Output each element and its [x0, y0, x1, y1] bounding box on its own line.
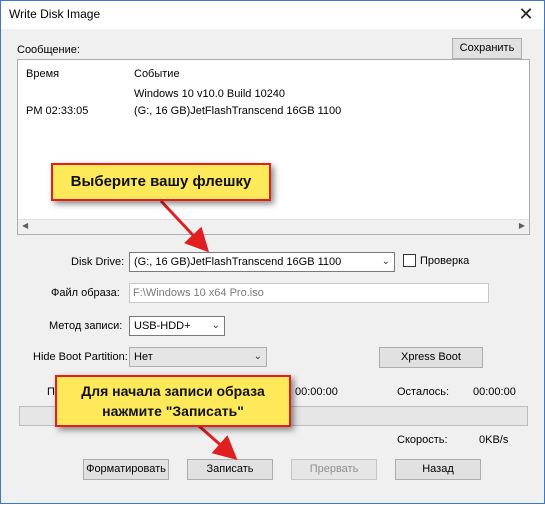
- verify-checkbox[interactable]: [403, 254, 416, 267]
- chevron-down-icon: ⌄: [211, 320, 220, 331]
- write-method-select[interactable]: USB-HDD+ ⌄: [129, 316, 225, 336]
- callout-select-drive-text: Выберите вашу флешку: [70, 173, 252, 190]
- xpress-boot-button[interactable]: Xpress Boot: [379, 347, 483, 368]
- title-bar: Write Disk Image ✕: [1, 1, 544, 29]
- hide-boot-label: Hide Boot Partition:: [33, 351, 128, 363]
- image-file-field[interactable]: F:\Windows 10 x64 Pro.iso: [129, 283, 489, 303]
- write-method-label: Метод записи:: [49, 320, 123, 332]
- log-row-2-event: (G:, 16 GB)JetFlashTranscend 16GB 1100: [134, 105, 342, 117]
- hide-boot-value: Нет: [134, 351, 153, 363]
- remaining-label: Осталось:: [397, 386, 450, 398]
- disk-drive-select[interactable]: (G:, 16 GB)JetFlashTranscend 16GB 1100 ⌄: [129, 252, 395, 272]
- write-method-value: USB-HDD+: [134, 320, 191, 332]
- save-log-button[interactable]: Сохранить: [452, 38, 522, 59]
- scroll-right-icon[interactable]: ▶: [519, 221, 525, 230]
- hide-boot-select[interactable]: Нет ⌄: [129, 347, 267, 367]
- log-row-1-event: Windows 10 v10.0 Build 10240: [134, 88, 286, 100]
- callout-select-drive: Выберите вашу флешку: [51, 163, 271, 201]
- abort-button[interactable]: Прервать: [291, 459, 377, 480]
- chevron-down-icon: ⌄: [253, 351, 262, 362]
- close-icon[interactable]: ✕: [514, 3, 538, 25]
- elapsed-label: П: [47, 386, 55, 398]
- callout-start-write-line1: Для начала записи образа: [81, 383, 265, 399]
- callout-start-write-line2: нажмите "Записать": [102, 403, 244, 419]
- write-button[interactable]: Записать: [187, 459, 273, 480]
- chevron-down-icon: ⌄: [381, 256, 390, 267]
- horizontal-scrollbar[interactable]: ◀ ▶: [18, 219, 529, 234]
- column-header-event: Событие: [134, 68, 180, 80]
- column-header-time: Время: [26, 68, 60, 80]
- scroll-left-icon[interactable]: ◀: [22, 221, 28, 230]
- message-log[interactable]: Время Событие Windows 10 v10.0 Build 102…: [17, 59, 530, 235]
- verify-label: Проверка: [420, 255, 470, 267]
- disk-drive-label: Disk Drive:: [71, 256, 125, 268]
- disk-drive-value: (G:, 16 GB)JetFlashTranscend 16GB 1100: [134, 256, 342, 268]
- callout-start-write: Для начала записи образа нажмите "Записа…: [55, 375, 291, 427]
- window-title: Write Disk Image: [9, 7, 101, 21]
- remaining-value: 00:00:00: [473, 386, 516, 398]
- image-file-label: Файл образа:: [51, 287, 120, 299]
- write-disk-image-window: Write Disk Image ✕ Сообщение: Сохранить …: [0, 0, 545, 504]
- message-label: Сообщение:: [17, 44, 80, 56]
- elapsed-value: 00:00:00: [295, 386, 338, 398]
- back-button[interactable]: Назад: [395, 459, 481, 480]
- speed-label: Скорость:: [397, 434, 448, 446]
- image-file-value: F:\Windows 10 x64 Pro.iso: [133, 287, 264, 299]
- format-button[interactable]: Форматировать: [83, 459, 169, 480]
- log-row-2-time: PM 02:33:05: [26, 105, 89, 117]
- arrow-to-write-button: [198, 424, 238, 460]
- speed-value: 0KB/s: [479, 434, 509, 446]
